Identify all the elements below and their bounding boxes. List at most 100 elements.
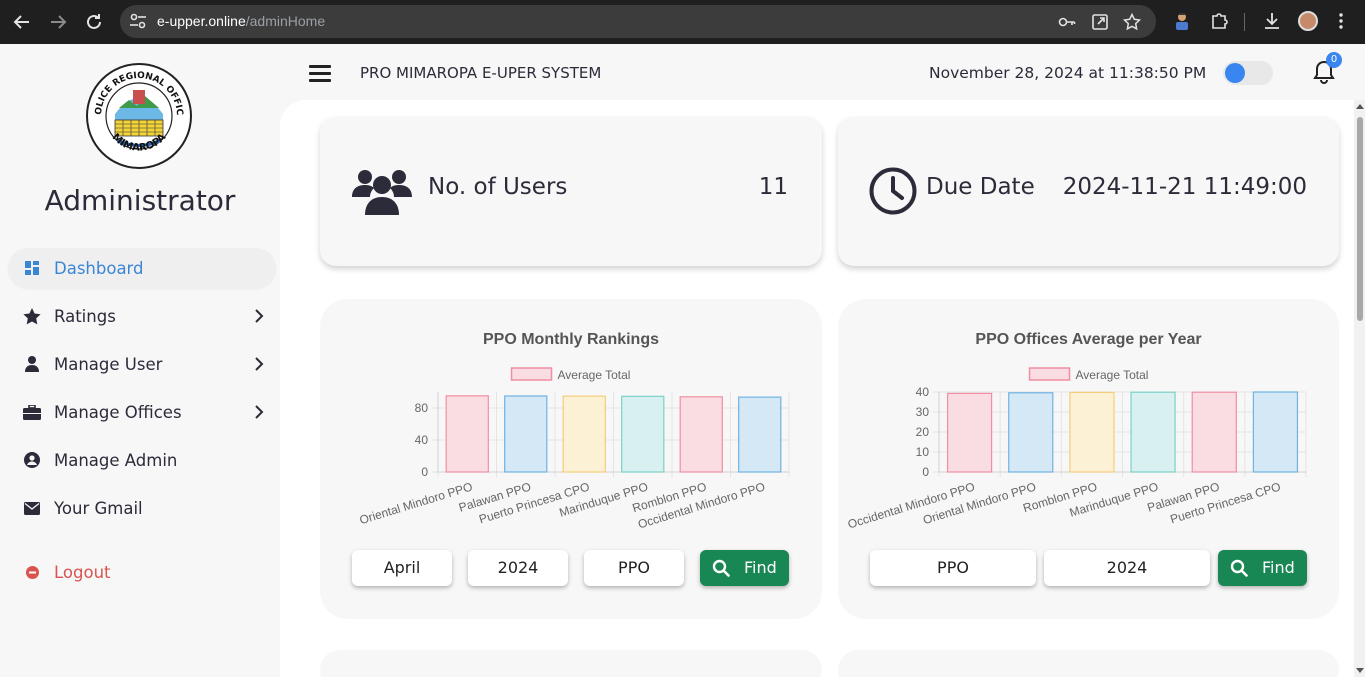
- sidebar-item-label: Dashboard: [54, 258, 144, 278]
- find-label: Find: [1262, 558, 1295, 577]
- bottom-card-left: [320, 650, 822, 677]
- toolbar-divider: [1244, 13, 1245, 31]
- monthly-find-button[interactable]: Find: [700, 550, 789, 586]
- yearly-office-select[interactable]: PPO: [870, 550, 1036, 586]
- logout-icon: [22, 562, 42, 582]
- monthly-year-select[interactable]: 2024: [468, 550, 568, 586]
- back-arrow-icon[interactable]: [10, 10, 34, 34]
- app-title: PRO MIMAROPA E-UPER SYSTEM: [360, 64, 602, 82]
- y-tick-label: 10: [916, 445, 930, 459]
- users-stat-value: 11: [758, 174, 788, 200]
- y-tick-label: 30: [916, 405, 930, 419]
- sidebar-item-your-gmail[interactable]: Your Gmail: [8, 488, 276, 528]
- chevron-right-icon: [255, 309, 264, 323]
- bar: [1069, 391, 1115, 473]
- address-bar[interactable]: e-upper.online/adminHome: [120, 5, 1156, 38]
- bar: [1191, 391, 1237, 473]
- monthly-rankings-card: PPO Monthly Rankings Average Total 0 40 80 O…: [320, 299, 822, 619]
- hamburger-menu-icon[interactable]: [309, 65, 331, 82]
- yearly-year-select[interactable]: 2024: [1044, 550, 1210, 586]
- page-scrollbar[interactable]: [1354, 100, 1365, 677]
- briefcase-icon: [22, 402, 42, 422]
- download-icon[interactable]: [1262, 11, 1282, 31]
- bar: [679, 396, 723, 473]
- users-stat-label: No. of Users: [428, 174, 568, 200]
- month-select[interactable]: April: [352, 550, 452, 586]
- users-stat-card: No. of Users 11: [320, 117, 822, 266]
- extension-person-icon[interactable]: [1172, 11, 1192, 31]
- legend-label: Average Total: [558, 368, 631, 382]
- open-in-app-icon[interactable]: [1091, 13, 1109, 31]
- scroll-down-arrow-icon[interactable]: [1356, 668, 1364, 673]
- sidebar-item-dashboard[interactable]: Dashboard: [8, 248, 276, 288]
- legend: Average Total: [510, 367, 631, 382]
- bar: [1252, 391, 1299, 473]
- sidebar: POLICE REGIONAL OFFICE MIMAROPA Administ…: [0, 44, 280, 677]
- forward-arrow-icon[interactable]: [46, 10, 70, 34]
- clock-icon: [869, 167, 917, 215]
- y-tick-label: 20: [916, 425, 930, 439]
- theme-toggle[interactable]: [1223, 61, 1273, 85]
- profile-avatar[interactable]: [1298, 11, 1318, 31]
- search-icon: [1230, 559, 1248, 577]
- legend-swatch: [1028, 367, 1071, 381]
- sidebar-item-logout[interactable]: Logout: [8, 552, 276, 592]
- y-tick-label: 80: [415, 401, 429, 415]
- legend: Average Total: [1028, 367, 1149, 382]
- scroll-up-arrow-icon[interactable]: [1356, 104, 1364, 109]
- bar: [738, 396, 782, 473]
- browser-menu-icon[interactable]: [1331, 11, 1351, 31]
- logout-label: Logout: [54, 562, 111, 582]
- bar: [504, 395, 548, 473]
- sidebar-item-label: Manage Admin: [54, 450, 178, 470]
- sidebar-item-manage-offices[interactable]: Manage Offices: [8, 392, 276, 432]
- envelope-icon: [22, 498, 42, 518]
- site-settings-icon[interactable]: [129, 13, 147, 29]
- user-icon: [22, 354, 42, 374]
- monthly-chart-title: PPO Monthly Rankings: [482, 331, 659, 348]
- extensions-puzzle-icon[interactable]: [1209, 11, 1229, 31]
- reload-icon[interactable]: [82, 10, 106, 34]
- bar: [445, 395, 489, 473]
- url-text[interactable]: e-upper.online/adminHome: [157, 13, 325, 29]
- legend-swatch: [510, 367, 553, 381]
- key-icon[interactable]: [1058, 13, 1076, 31]
- yearly-find-button[interactable]: Find: [1218, 550, 1307, 586]
- police-regional-office-logo: POLICE REGIONAL OFFICE MIMAROPA: [85, 62, 192, 169]
- due-date-card: Due Date 2024-11-21 11:49:00: [838, 117, 1339, 266]
- bottom-card-right: [838, 650, 1339, 677]
- monthly-rankings-chart: Average Total04080Oriental Mindoro PPOPa…: [358, 367, 790, 531]
- legend-label: Average Total: [1076, 368, 1149, 382]
- monthly-office-select[interactable]: PPO: [584, 550, 684, 586]
- role-title: Administrator: [44, 184, 236, 217]
- search-icon: [712, 559, 730, 577]
- sidebar-item-manage-user[interactable]: Manage User: [8, 344, 276, 384]
- user-circle-icon: [22, 450, 42, 470]
- bar: [1008, 392, 1054, 473]
- y-tick-label: 40: [415, 433, 429, 447]
- scrollbar-thumb[interactable]: [1357, 117, 1363, 321]
- sidebar-item-label: Your Gmail: [54, 498, 143, 518]
- bar: [562, 395, 606, 473]
- find-label: Find: [744, 558, 777, 577]
- chevron-right-icon: [255, 357, 264, 371]
- toggle-knob: [1225, 63, 1245, 83]
- browser-toolbar: e-upper.online/adminHome: [0, 0, 1365, 44]
- bar: [946, 392, 993, 473]
- sidebar-item-label: Ratings: [54, 306, 116, 326]
- users-group-icon: [352, 170, 412, 215]
- yearly-chart-title: PPO Offices Average per Year: [975, 331, 1202, 348]
- sidebar-item-ratings[interactable]: Ratings: [8, 296, 276, 336]
- chevron-right-icon: [255, 405, 264, 419]
- notification-badge: 0: [1326, 52, 1342, 68]
- bar: [1130, 391, 1176, 473]
- yearly-average-chart: Average Total010203040Occidental Mindoro…: [846, 367, 1307, 531]
- y-tick-label: 0: [421, 465, 428, 479]
- star-icon: [22, 306, 42, 326]
- bar: [621, 395, 665, 473]
- sidebar-item-label: Manage Offices: [54, 402, 182, 422]
- bookmark-star-icon[interactable]: [1123, 13, 1141, 31]
- y-tick-label: 0: [922, 465, 929, 479]
- due-date-label: Due Date: [926, 174, 1035, 200]
- sidebar-item-manage-admin[interactable]: Manage Admin: [8, 440, 276, 480]
